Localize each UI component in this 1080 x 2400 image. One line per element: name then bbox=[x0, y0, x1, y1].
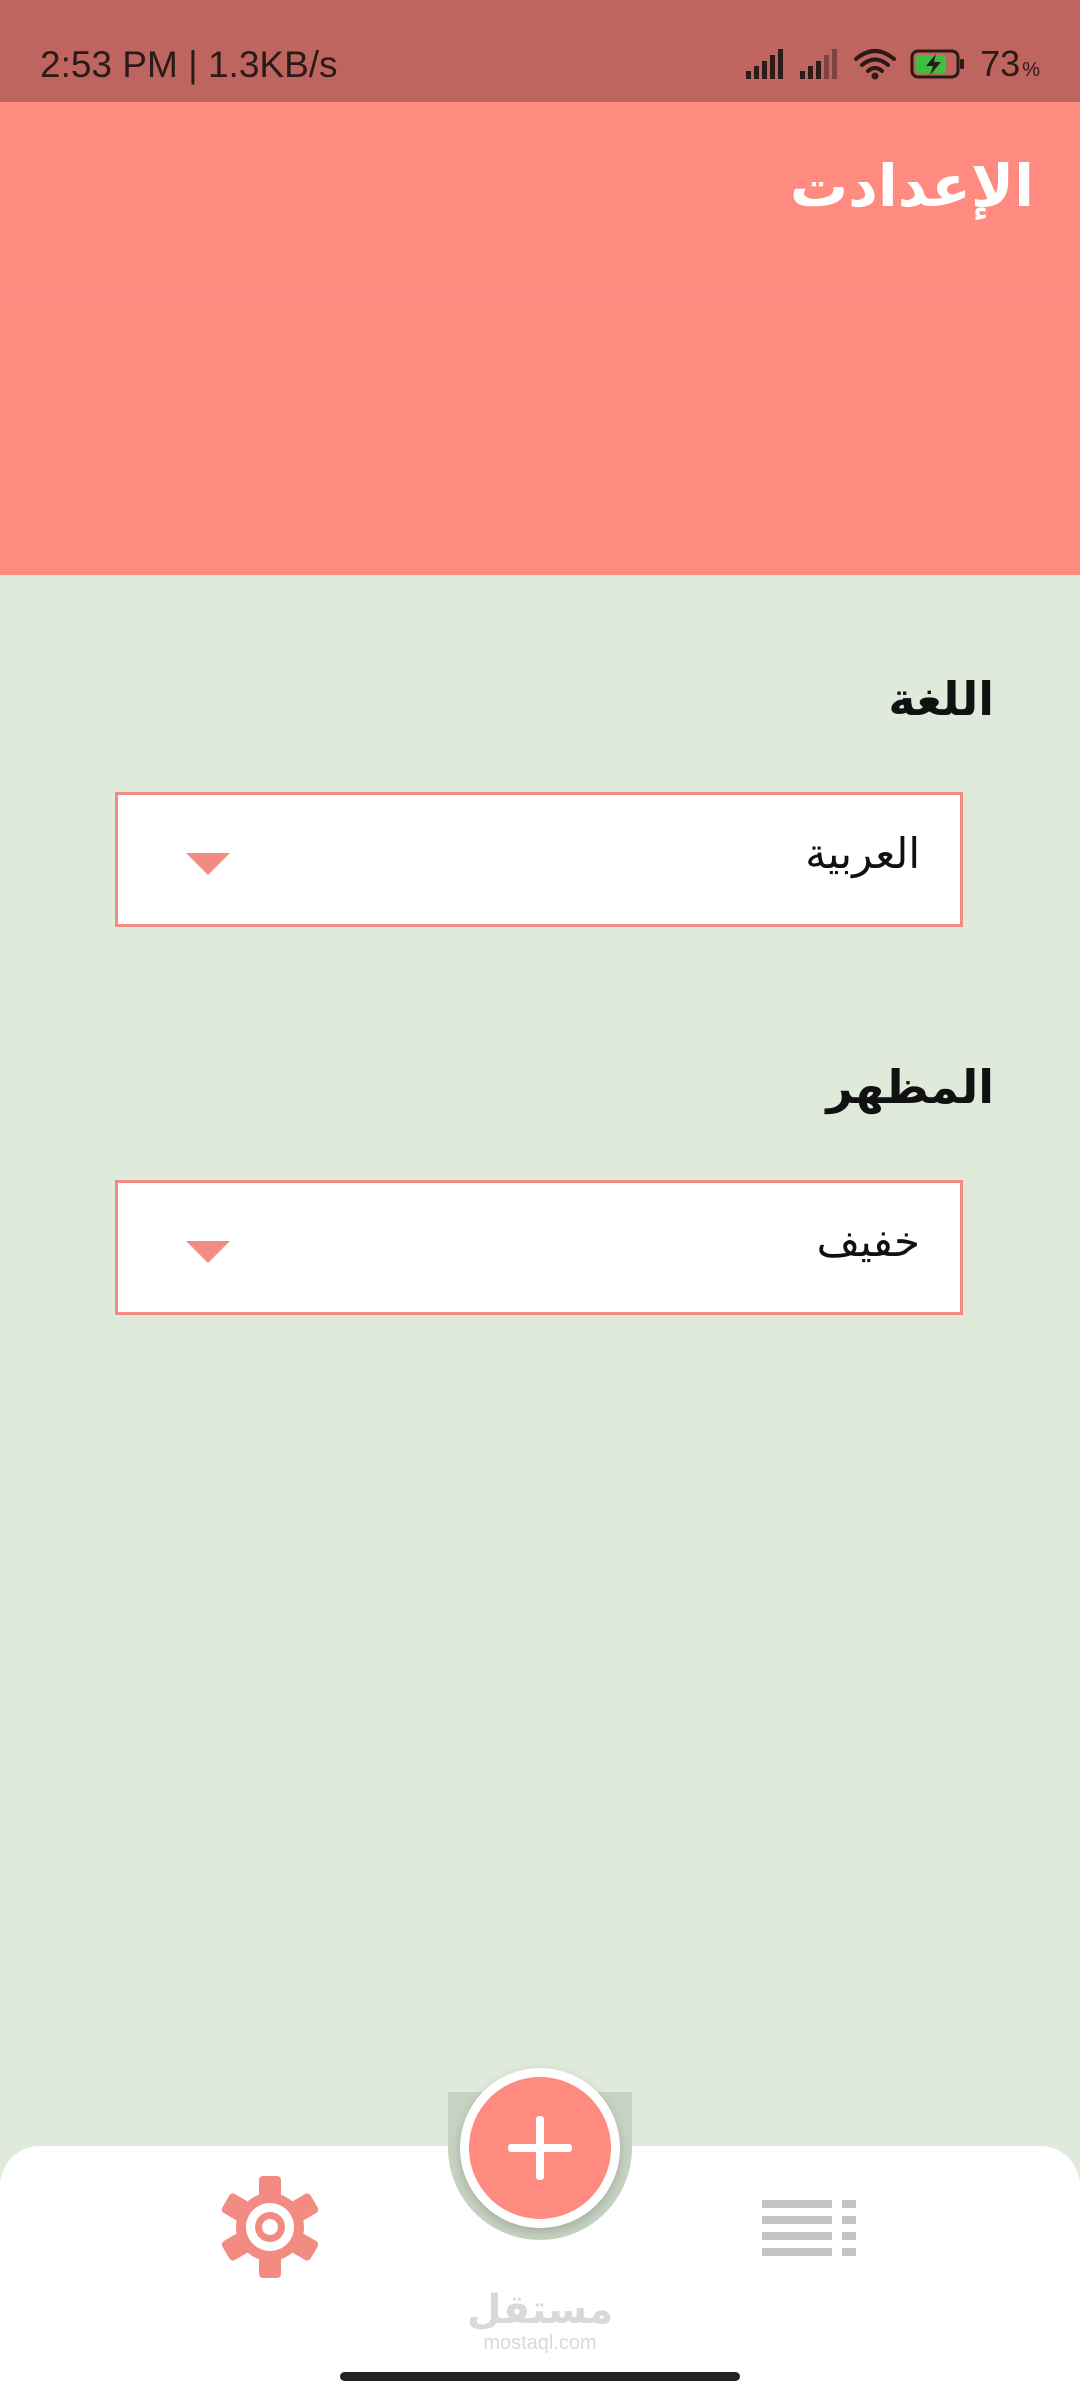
theme-label: المظهر bbox=[826, 1060, 994, 1114]
signal-icon bbox=[800, 49, 838, 79]
nav-settings-button[interactable] bbox=[215, 2172, 325, 2282]
header-banner bbox=[0, 292, 1080, 575]
gear-icon bbox=[221, 2176, 319, 2278]
language-label: اللغة bbox=[888, 672, 994, 726]
caret-down-icon bbox=[186, 853, 230, 875]
status-time: 2:53 PM | 1.3KB/s bbox=[40, 44, 338, 85]
theme-selected-value: خفيف bbox=[816, 1217, 920, 1266]
list-icon bbox=[762, 2200, 856, 2256]
app-header: الإعدادت bbox=[0, 102, 1080, 292]
status-icons: 73% bbox=[746, 42, 1040, 86]
battery-percent-unit: % bbox=[1022, 59, 1040, 81]
signal-icon bbox=[746, 49, 784, 79]
watermark-latin: mostaql.com bbox=[483, 2332, 597, 2354]
watermark-arabic: مستقل bbox=[466, 2287, 614, 2333]
add-button[interactable] bbox=[460, 2068, 620, 2228]
page-title: الإعدادت bbox=[789, 152, 1034, 220]
caret-down-icon bbox=[186, 1241, 230, 1263]
status-bar: 2:53 PM | 1.3KB/s 73 % bbox=[0, 0, 1080, 102]
nav-list-button[interactable] bbox=[760, 2198, 860, 2258]
battery-percent-value: 73 bbox=[980, 43, 1021, 84]
watermark-logo: مستقل mostaql.com bbox=[440, 2288, 640, 2354]
home-indicator[interactable] bbox=[340, 2372, 740, 2381]
language-select[interactable]: العربية bbox=[115, 792, 963, 927]
wifi-icon bbox=[854, 49, 897, 80]
theme-select[interactable]: خفيف bbox=[115, 1180, 963, 1315]
plus-icon bbox=[508, 2116, 572, 2180]
language-selected-value: العربية bbox=[805, 829, 920, 878]
battery-charging-icon bbox=[910, 49, 965, 79]
battery-percent: 73% bbox=[980, 43, 1040, 85]
